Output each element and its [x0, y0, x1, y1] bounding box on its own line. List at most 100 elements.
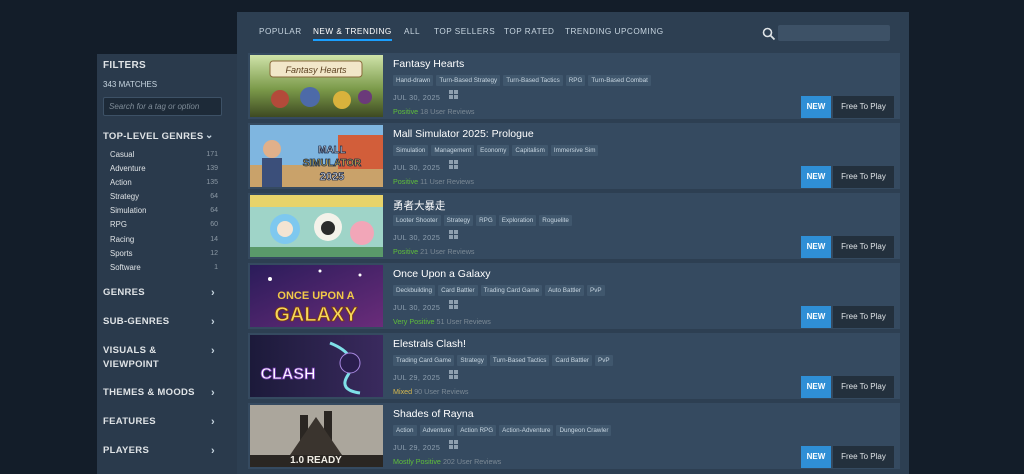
- new-badge: NEW: [801, 376, 831, 398]
- review-rating: Mixed: [393, 387, 413, 396]
- tag-chip[interactable]: Dungeon Crawler: [556, 425, 612, 436]
- tag-chip[interactable]: Turn-Based Strategy: [436, 75, 501, 86]
- free-to-play-button[interactable]: Free To Play: [833, 376, 894, 398]
- review-count: 21 User Reviews: [420, 247, 475, 256]
- new-badge: NEW: [801, 446, 831, 468]
- genre-item[interactable]: Strategy 64: [110, 190, 218, 204]
- free-to-play-button[interactable]: Free To Play: [833, 306, 894, 328]
- cover-title-text: SIMULATOR: [303, 158, 362, 169]
- genre-item[interactable]: Software 1: [110, 261, 218, 275]
- filters-title: FILTERS: [103, 60, 147, 71]
- game-title[interactable]: Mall Simulator 2025: Prologue: [393, 128, 534, 140]
- top-level-genres-toggle[interactable]: TOP-LEVEL GENRES ⌄: [103, 130, 227, 144]
- tag-chip[interactable]: Action: [393, 425, 417, 436]
- tag-chip[interactable]: Capitalism: [512, 145, 548, 156]
- game-title[interactable]: 勇者大暴走: [393, 198, 446, 213]
- genre-item[interactable]: Sports 12: [110, 247, 218, 261]
- section-sub-genres[interactable]: SUB-GENRES ›: [103, 315, 227, 329]
- cover-title-text: GALAXY: [274, 304, 358, 326]
- tag-chip[interactable]: Roguelite: [539, 215, 572, 226]
- game-title[interactable]: Shades of Rayna: [393, 408, 474, 420]
- tag-chip[interactable]: Card Battler: [438, 285, 478, 296]
- tag-chip[interactable]: RPG: [565, 75, 586, 86]
- genre-item[interactable]: Adventure 139: [110, 162, 218, 176]
- tag-chip[interactable]: Hand-drawn: [393, 75, 434, 86]
- cover-title-text: 2025: [320, 171, 344, 183]
- tag-chip[interactable]: PvP: [595, 355, 613, 366]
- tag-list: Action Adventure Action RPG Action-Adven…: [393, 425, 612, 436]
- tab-trending-upcoming[interactable]: TRENDING UPCOMING: [565, 26, 664, 38]
- review-summary: Positive 18 User Reviews: [393, 107, 475, 116]
- top-level-genres-label: TOP-LEVEL GENRES: [103, 131, 204, 142]
- game-title[interactable]: Fantasy Hearts: [393, 58, 464, 70]
- tag-chip[interactable]: PvP: [587, 285, 605, 296]
- tag-chip[interactable]: Strategy: [457, 355, 487, 366]
- new-badge: NEW: [801, 166, 831, 188]
- tag-chip[interactable]: Card Battler: [552, 355, 593, 366]
- game-row-mall-simulator[interactable]: MALL SIMULATOR 2025 Mall Simulator 2025:…: [248, 123, 900, 189]
- tag-chip[interactable]: Exploration: [498, 215, 537, 226]
- tag-chip[interactable]: Turn-Based Tactics: [503, 75, 563, 86]
- tag-search-input[interactable]: Search for a tag or option: [103, 97, 222, 116]
- free-to-play-button[interactable]: Free To Play: [833, 166, 894, 188]
- search-icon[interactable]: [762, 27, 776, 41]
- tag-chip[interactable]: Action RPG: [457, 425, 497, 436]
- tag-chip[interactable]: Economy: [477, 145, 510, 156]
- new-badge: NEW: [801, 306, 831, 328]
- section-themes-moods[interactable]: THEMES & MOODS ›: [103, 386, 227, 400]
- game-row-elestrals-clash[interactable]: CLASH Elestrals Clash! Trading Card Game…: [248, 333, 900, 399]
- review-count: 90 User Reviews: [414, 387, 469, 396]
- tag-chip[interactable]: Trading Card Game: [393, 355, 455, 366]
- tab-all[interactable]: ALL: [404, 26, 420, 38]
- game-title[interactable]: Elestrals Clash!: [393, 338, 466, 350]
- game-row-once-upon-a-galaxy[interactable]: ONCE UPON A GALAXY Once Upon a Galaxy De…: [248, 263, 900, 329]
- game-title[interactable]: Once Upon a Galaxy: [393, 268, 490, 280]
- genre-item[interactable]: Action 135: [110, 176, 218, 190]
- review-count: 18 User Reviews: [420, 107, 475, 116]
- tag-chip[interactable]: Immersive Sim: [550, 145, 599, 156]
- store-search-input[interactable]: [778, 25, 890, 41]
- genre-item[interactable]: RPG 60: [110, 218, 218, 232]
- free-to-play-button[interactable]: Free To Play: [833, 446, 894, 468]
- section-players[interactable]: PLAYERS ›: [103, 444, 227, 458]
- section-visuals-viewpoint[interactable]: VISUALS & VIEWPOINT ›: [103, 344, 215, 372]
- tag-chip[interactable]: Action-Adventure: [499, 425, 554, 436]
- store-list-panel: POPULAR NEW & TRENDING ALL TOP SELLERS T…: [237, 12, 909, 474]
- tab-new-trending[interactable]: NEW & TRENDING: [313, 26, 392, 41]
- tag-chip[interactable]: Deckbuilding: [393, 285, 436, 296]
- free-to-play-button[interactable]: Free To Play: [833, 96, 894, 118]
- windows-icon: [449, 370, 458, 379]
- tag-chip[interactable]: Looter Shooter: [393, 215, 441, 226]
- tag-chip[interactable]: Turn-Based Combat: [588, 75, 651, 86]
- free-to-play-button[interactable]: Free To Play: [833, 236, 894, 258]
- genre-item[interactable]: Simulation 64: [110, 204, 218, 218]
- new-badge: NEW: [801, 236, 831, 258]
- genre-item[interactable]: Racing 14: [110, 233, 218, 247]
- tag-chip[interactable]: Turn-Based Tactics: [489, 355, 550, 366]
- tag-chip[interactable]: Trading Card Game: [480, 285, 543, 296]
- tab-top-rated[interactable]: TOP RATED: [504, 26, 554, 38]
- review-rating: Mostly Positive: [393, 457, 441, 466]
- filters-panel: FILTERS 343 MATCHES Search for a tag or …: [97, 54, 237, 474]
- tag-chip[interactable]: Simulation: [393, 145, 429, 156]
- tag-chip[interactable]: Strategy: [443, 215, 474, 226]
- windows-icon: [449, 160, 458, 169]
- game-row-shades-of-rayna[interactable]: 1.0 READY Shades of Rayna Action Adventu…: [248, 403, 900, 469]
- review-count: 51 User Reviews: [436, 317, 491, 326]
- genre-item[interactable]: Casual 171: [110, 148, 218, 162]
- tag-chip[interactable]: Management: [431, 145, 475, 156]
- game-cover-image: ONCE UPON A GALAXY: [250, 265, 383, 327]
- cover-title-text: ONCE UPON A: [277, 290, 354, 302]
- tag-chip[interactable]: RPG: [476, 215, 496, 226]
- section-genres[interactable]: GENRES ›: [103, 286, 227, 300]
- windows-icon: [449, 90, 458, 99]
- tag-chip[interactable]: Adventure: [419, 425, 455, 436]
- game-row-hero-rampage[interactable]: 勇者大暴走 Looter Shooter Strategy RPG Explor…: [248, 193, 900, 259]
- game-cover-image: Fantasy Hearts: [250, 55, 383, 117]
- section-features[interactable]: FEATURES ›: [103, 415, 227, 429]
- tab-popular[interactable]: POPULAR: [259, 26, 302, 38]
- tag-chip[interactable]: Auto Battler: [545, 285, 584, 296]
- chevron-right-icon: ›: [211, 445, 215, 457]
- tab-top-sellers[interactable]: TOP SELLERS: [434, 26, 495, 38]
- game-row-fantasy-hearts[interactable]: Fantasy Hearts Fantasy Hearts Hand-drawn…: [248, 53, 900, 119]
